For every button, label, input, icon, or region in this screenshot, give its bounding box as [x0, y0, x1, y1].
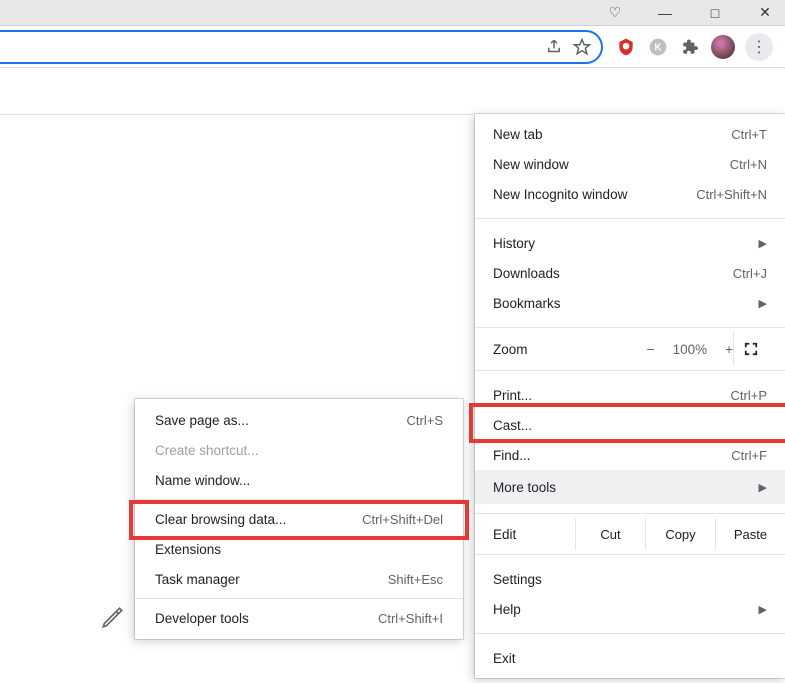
minimize-button[interactable]: —	[655, 3, 675, 23]
menu-more-tools[interactable]: More tools ▶	[475, 470, 785, 504]
edit-pen-icon[interactable]	[100, 604, 128, 632]
zoom-out-button[interactable]: −	[647, 342, 655, 357]
extension-bar: K ⋮	[603, 33, 785, 61]
submenu-extensions[interactable]: Extensions	[135, 534, 463, 564]
menu-edit: Edit Cut Copy Paste	[475, 518, 785, 550]
menu-label: Help	[493, 602, 759, 617]
menu-label: Save page as...	[155, 413, 407, 428]
menu-label: Name window...	[155, 473, 443, 488]
menu-label: Developer tools	[155, 611, 378, 626]
edit-paste-button[interactable]: Paste	[715, 518, 785, 550]
page-content: New tab Ctrl+T New window Ctrl+N New Inc…	[0, 114, 785, 683]
submenu-developer-tools[interactable]: Developer tools Ctrl+Shift+I	[135, 603, 463, 633]
menu-shortcut: Shift+Esc	[388, 572, 443, 587]
chrome-main-menu: New tab Ctrl+T New window Ctrl+N New Inc…	[475, 114, 785, 678]
menu-label: Exit	[493, 651, 767, 666]
submenu-arrow-icon: ▶	[759, 297, 767, 310]
menu-label: New window	[493, 157, 730, 172]
submenu-arrow-icon: ▶	[759, 603, 767, 616]
menu-shortcut: Ctrl+P	[731, 388, 767, 403]
menu-label: Clear browsing data...	[155, 512, 362, 527]
ublock-icon[interactable]	[615, 36, 637, 58]
menu-separator	[135, 598, 463, 599]
menu-separator	[475, 513, 785, 514]
heart-icon[interactable]: ♡	[605, 3, 625, 23]
menu-new-tab[interactable]: New tab Ctrl+T	[475, 119, 785, 149]
menu-new-incognito[interactable]: New Incognito window Ctrl+Shift+N	[475, 179, 785, 209]
menu-bookmarks[interactable]: Bookmarks ▶	[475, 288, 785, 318]
menu-separator	[475, 218, 785, 219]
profile-avatar[interactable]	[711, 35, 735, 59]
menu-shortcut: Ctrl+S	[407, 413, 443, 428]
share-icon[interactable]	[545, 38, 563, 56]
menu-label: Task manager	[155, 572, 388, 587]
submenu-clear-browsing-data[interactable]: Clear browsing data... Ctrl+Shift+Del	[135, 504, 463, 534]
menu-shortcut: Ctrl+Shift+N	[696, 187, 767, 202]
menu-downloads[interactable]: Downloads Ctrl+J	[475, 258, 785, 288]
zoom-in-button[interactable]: +	[725, 342, 733, 357]
menu-label: New tab	[493, 127, 731, 142]
extensions-puzzle-icon[interactable]	[679, 36, 701, 58]
menu-label: Downloads	[493, 266, 733, 281]
menu-separator	[135, 499, 463, 500]
menu-find[interactable]: Find... Ctrl+F	[475, 440, 785, 470]
edit-cut-button[interactable]: Cut	[575, 518, 645, 550]
menu-label: Settings	[493, 572, 767, 587]
submenu-arrow-icon: ▶	[759, 237, 767, 250]
menu-history[interactable]: History ▶	[475, 228, 785, 258]
menu-separator	[475, 370, 785, 371]
menu-label: Bookmarks	[493, 296, 759, 311]
menu-exit[interactable]: Exit	[475, 643, 785, 673]
submenu-save-page[interactable]: Save page as... Ctrl+S	[135, 405, 463, 435]
menu-new-window[interactable]: New window Ctrl+N	[475, 149, 785, 179]
menu-shortcut: Ctrl+Shift+Del	[362, 512, 443, 527]
menu-label: Print...	[493, 388, 731, 403]
edit-label: Edit	[493, 527, 575, 542]
menu-print[interactable]: Print... Ctrl+P	[475, 380, 785, 410]
menu-label: Extensions	[155, 542, 443, 557]
menu-shortcut: Ctrl+F	[731, 448, 767, 463]
submenu-task-manager[interactable]: Task manager Shift+Esc	[135, 564, 463, 594]
close-button[interactable]: ✕	[755, 3, 775, 23]
menu-separator	[475, 327, 785, 328]
chrome-menu-button[interactable]: ⋮	[745, 33, 773, 61]
edit-copy-button[interactable]: Copy	[645, 518, 715, 550]
menu-label: More tools	[493, 480, 759, 495]
window-titlebar: ♡ — □ ✕	[0, 0, 785, 26]
menu-separator	[475, 633, 785, 634]
submenu-arrow-icon: ▶	[759, 481, 767, 494]
browser-toolbar: K ⋮	[0, 26, 785, 68]
menu-label: Create shortcut...	[155, 443, 443, 458]
fullscreen-button[interactable]	[733, 332, 767, 366]
menu-shortcut: Ctrl+N	[730, 157, 767, 172]
extension-k-icon[interactable]: K	[647, 36, 669, 58]
submenu-create-shortcut: Create shortcut...	[135, 435, 463, 465]
menu-label: Find...	[493, 448, 731, 463]
zoom-label: Zoom	[493, 342, 647, 357]
zoom-level: 100%	[673, 342, 708, 357]
menu-label: New Incognito window	[493, 187, 696, 202]
menu-shortcut: Ctrl+J	[733, 266, 767, 281]
menu-label: Cast...	[493, 418, 767, 433]
svg-text:K: K	[654, 42, 662, 53]
menu-separator	[475, 554, 785, 555]
menu-label: History	[493, 236, 759, 251]
star-icon[interactable]	[573, 38, 591, 56]
menu-shortcut: Ctrl+Shift+I	[378, 611, 443, 626]
menu-settings[interactable]: Settings	[475, 564, 785, 594]
menu-cast[interactable]: Cast...	[475, 410, 785, 440]
menu-help[interactable]: Help ▶	[475, 594, 785, 624]
more-tools-submenu: Save page as... Ctrl+S Create shortcut..…	[135, 399, 463, 639]
omnibox[interactable]	[0, 30, 603, 64]
menu-zoom: Zoom − 100% +	[475, 332, 785, 366]
maximize-button[interactable]: □	[705, 3, 725, 23]
menu-shortcut: Ctrl+T	[731, 127, 767, 142]
submenu-name-window[interactable]: Name window...	[135, 465, 463, 495]
